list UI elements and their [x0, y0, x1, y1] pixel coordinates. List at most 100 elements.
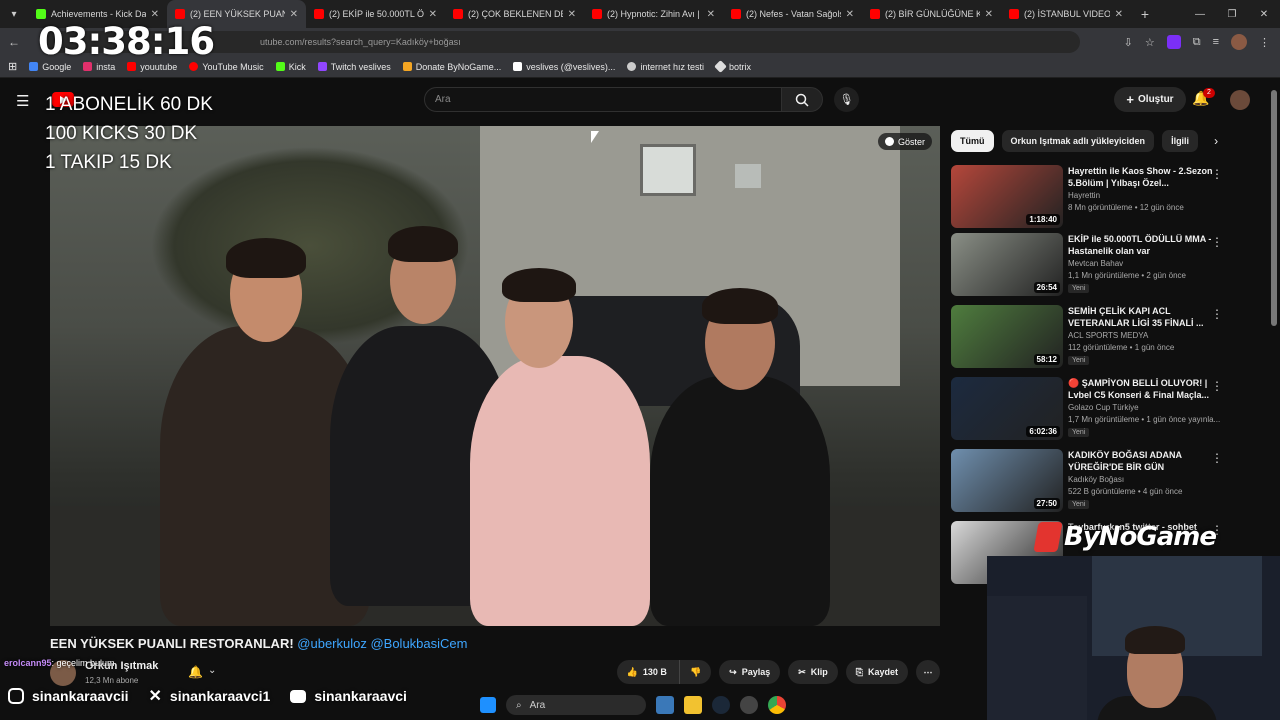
browser-tab[interactable]: (2) İSTANBUL VIDEO 8K H ✕ — [1001, 0, 1131, 28]
video-player[interactable]: Göster — [50, 126, 940, 626]
file-explorer-icon[interactable] — [684, 696, 702, 714]
bookmark-item[interactable]: youutube — [127, 62, 177, 72]
windows-start-icon[interactable] — [480, 697, 496, 713]
bookmark-item[interactable]: veslives (@veslives)... — [513, 62, 615, 72]
browser-menu-icon[interactable]: ⋮ — [1259, 36, 1270, 49]
widgets-icon[interactable] — [656, 696, 674, 714]
notification-count-badge: 2 — [1203, 88, 1215, 98]
user-avatar[interactable] — [1230, 90, 1250, 110]
recommendation-item[interactable]: 58:12 SEMİH ÇELİK KAPI ACL VETERANLAR LİG… — [951, 305, 1231, 371]
chevron-down-icon[interactable]: ⌄ — [208, 665, 216, 676]
video-thumbnail[interactable]: 1:18:40 — [951, 165, 1063, 228]
bookmark-item[interactable]: insta — [83, 62, 115, 72]
recommendation-item[interactable]: 6:02:36 🔴 ŞAMPİYON BELLİ OLUYOR! | Lvbel … — [951, 377, 1231, 443]
tab-close-icon[interactable]: ✕ — [707, 9, 715, 20]
browser-tab[interactable]: (2) Hypnotic: Zihin Avı | Tü ✕ — [584, 0, 723, 28]
video-title[interactable]: Hayrettin ile Kaos Show - 2.Sezon 5.Bölü… — [1068, 165, 1213, 189]
goal-line: 1 TAKIP 15 DK — [45, 152, 172, 173]
share-arrow-icon: ↪ — [729, 666, 737, 677]
video-title[interactable]: EKİP ile 50.000TL ÖDÜLLÜ MMA - Hastaneli… — [1068, 233, 1213, 257]
tab-title: (2) Hypnotic: Zihin Avı | Tü — [607, 9, 702, 19]
create-button[interactable]: + Oluştur — [1114, 87, 1186, 112]
install-app-icon[interactable]: ⇩ — [1124, 36, 1133, 49]
tab-close-icon[interactable]: ✕ — [985, 9, 993, 20]
browser-tab[interactable]: (2) BİR GÜNLÜĞÜNE KÖL ✕ — [862, 0, 1001, 28]
video-thumbnail[interactable]: 26:54 — [951, 233, 1063, 296]
tab-close-icon[interactable]: ✕ — [1115, 9, 1123, 20]
youtube-favicon-icon — [731, 9, 741, 19]
bookmark-item[interactable]: Donate ByNoGame... — [402, 62, 501, 72]
more-actions-button[interactable]: ⋯ — [916, 660, 940, 684]
steam-icon[interactable] — [712, 696, 730, 714]
bookmark-icon: ⎘ — [855, 666, 863, 677]
tab-close-icon[interactable]: ✕ — [290, 9, 298, 20]
video-title-mentions[interactable]: @uberkuloz @BolukbasiCem — [297, 636, 467, 651]
more-options-icon[interactable]: ⋮ — [1211, 307, 1223, 321]
chip-related[interactable]: İlgili — [1162, 130, 1199, 152]
like-button[interactable]: 👍 130 B — [616, 660, 679, 684]
more-options-icon[interactable]: ⋮ — [1211, 167, 1223, 181]
chrome-icon[interactable] — [768, 696, 786, 714]
eye-icon — [884, 137, 894, 146]
chip-from-uploader[interactable]: Orkun Işıtmak adlı yükleyiciden — [1001, 130, 1155, 152]
search-input[interactable]: Ara — [424, 87, 782, 112]
tab-close-icon[interactable]: ✕ — [846, 9, 854, 20]
close-window-icon[interactable]: ✕ — [1248, 0, 1280, 28]
video-thumbnail[interactable]: 58:12 — [951, 305, 1063, 368]
maximize-icon[interactable]: ❐ — [1216, 0, 1248, 28]
video-title[interactable]: KADIKÖY BOĞASI ADANA YÜREĞİR'DE BİR GÜN — [1068, 449, 1213, 473]
more-options-icon[interactable]: ⋮ — [1211, 235, 1223, 249]
video-title[interactable]: SEMİH ÇELİK KAPI ACL VETERANLAR LİGİ 35 … — [1068, 305, 1213, 329]
dislike-button[interactable]: 👎 — [678, 660, 712, 684]
video-thumbnail[interactable]: 6:02:36 — [951, 377, 1063, 440]
reading-list-icon[interactable]: ≡ — [1213, 36, 1219, 48]
recommendation-item[interactable]: 1:18:40 Hayrettin ile Kaos Show - 2.Sezon… — [951, 165, 1231, 231]
chip-all[interactable]: Tümü — [951, 130, 994, 152]
tab-close-icon[interactable]: ✕ — [568, 9, 576, 20]
video-thumbnail[interactable]: 27:50 — [951, 449, 1063, 512]
bookmark-star-icon[interactable]: ☆ — [1145, 36, 1155, 49]
bookmark-item[interactable]: YouTube Music — [189, 62, 264, 72]
apps-grid-icon[interactable]: ⊞ — [8, 60, 17, 73]
tab-close-icon[interactable]: ✕ — [151, 9, 159, 20]
twitch-icon — [317, 62, 327, 71]
new-tab-icon[interactable]: + — [1131, 6, 1159, 22]
bookmark-item[interactable]: Google — [29, 62, 71, 72]
social-handle: sinankaraavcii — [32, 688, 129, 704]
bookmark-item[interactable]: internet hız testi — [627, 62, 704, 72]
back-arrow-icon[interactable]: ← — [0, 35, 28, 49]
recommendation-item[interactable]: 27:50 KADIKÖY BOĞASI ADANA YÜREĞİR'DE BİR… — [951, 449, 1231, 515]
recommendation-item[interactable]: 26:54 EKİP ile 50.000TL ÖDÜLLÜ MMA - Hast… — [951, 233, 1231, 299]
more-options-icon[interactable]: ⋮ — [1211, 451, 1223, 465]
obs-icon[interactable] — [740, 696, 758, 714]
voice-search-mic-icon[interactable]: 🎙 — [834, 87, 859, 112]
browser-tab[interactable]: (2) EKİP ile 50.000TL ÖDÜ ✕ — [306, 0, 445, 28]
chat-username: erolcann95 — [4, 658, 52, 668]
more-options-icon[interactable]: ⋮ — [1211, 379, 1223, 393]
bookmark-item[interactable]: botrix — [714, 60, 751, 73]
hamburger-menu-icon[interactable]: ☰ — [16, 92, 29, 110]
bookmark-item[interactable]: Kick — [275, 62, 306, 72]
chevron-right-icon[interactable]: › — [1214, 134, 1218, 148]
share-button[interactable]: ↪ Paylaş — [719, 660, 781, 684]
save-button[interactable]: ⎘ Kaydet — [845, 660, 908, 684]
extensions-puzzle-icon[interactable]: ⧉ — [1193, 36, 1201, 49]
browser-tab[interactable]: (2) ÇOK BEKLENEN DEV C ✕ — [445, 0, 584, 28]
tab-close-icon[interactable]: ✕ — [429, 9, 437, 20]
browser-tab[interactable]: (2) Nefes - Vatan Sağolsun ✕ — [723, 0, 862, 28]
page-scrollbar[interactable] — [1271, 90, 1277, 326]
clip-button[interactable]: ✂ Klip — [788, 660, 838, 684]
search-button[interactable] — [781, 87, 823, 112]
extension-icon[interactable] — [1166, 35, 1181, 49]
minimize-icon[interactable]: — — [1184, 0, 1216, 28]
tab-search-icon[interactable]: ▾ — [0, 0, 28, 28]
subscribe-bell-icon[interactable]: 🔔 — [188, 665, 203, 679]
show-button[interactable]: Göster — [877, 133, 932, 150]
taskbar-search[interactable]: ⌕ Ara — [506, 695, 646, 715]
profile-avatar[interactable] — [1231, 34, 1247, 50]
video-duration: 58:12 — [1033, 354, 1060, 365]
video-title[interactable]: 🔴 ŞAMPİYON BELLİ OLUYOR! | Lvbel C5 Kons… — [1068, 377, 1213, 401]
bookmark-item[interactable]: Twitch veslives — [317, 62, 391, 72]
video-person-hair — [226, 238, 306, 278]
social-x: ✕ sinankaraavci1 — [149, 686, 271, 706]
